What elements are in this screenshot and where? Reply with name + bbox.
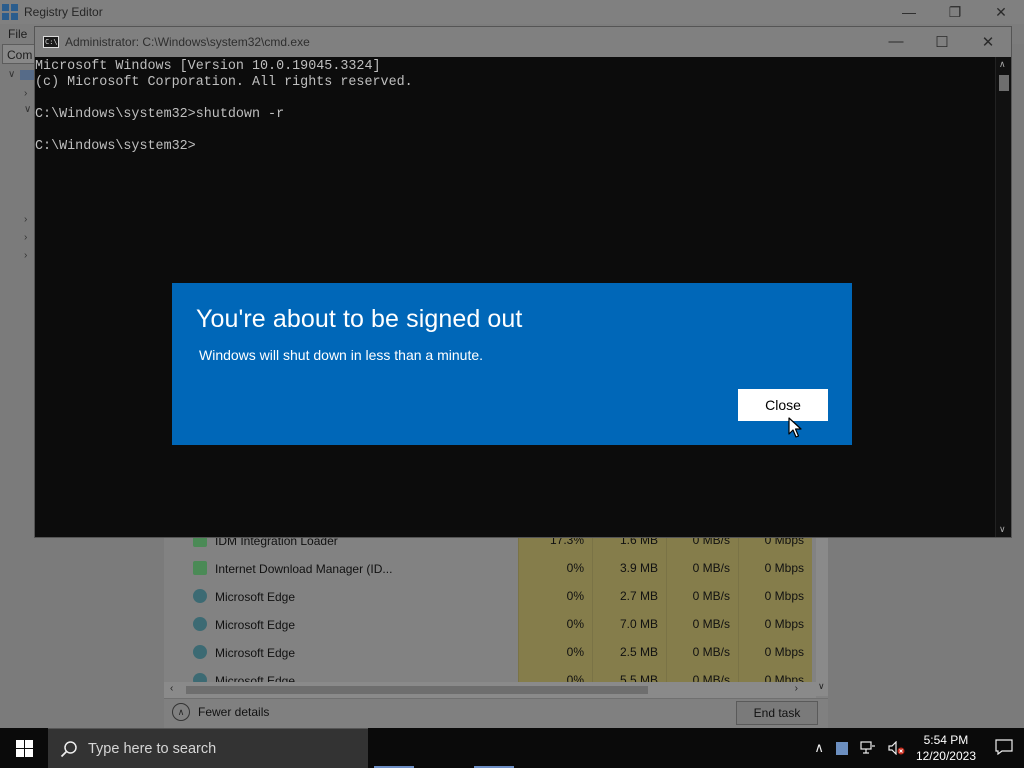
menu-file[interactable]: File: [8, 27, 27, 41]
horizontal-scrollbar[interactable]: ‹ ›: [164, 682, 816, 698]
app-tray-icon[interactable]: [835, 741, 848, 755]
idm-icon: [193, 561, 207, 575]
chevron-down-icon[interactable]: ∨: [999, 524, 1006, 535]
table-row[interactable]: Internet Download Manager (ID... 0% 3.9 …: [164, 554, 816, 582]
vertical-scrollbar[interactable]: ∧ ∨: [995, 57, 1011, 537]
table-row[interactable]: Microsoft Edge 0% 2.7 MB 0 MB/s 0 Mbps: [164, 582, 816, 610]
chevron-right-icon[interactable]: ›: [24, 232, 27, 243]
system-tray: ∧ 5:54 PM 12/20/2023: [808, 728, 1024, 768]
cpu-cell: 0%: [518, 610, 592, 638]
start-button[interactable]: [0, 728, 48, 768]
computer-icon: [20, 70, 34, 80]
disk-cell: 0 MB/s: [666, 638, 738, 666]
network-cell: 0 Mbps: [738, 554, 812, 582]
dialog-message: Windows will shut down in less than a mi…: [199, 347, 484, 363]
close-button[interactable]: Close: [738, 389, 828, 421]
process-name: Microsoft Edge: [215, 646, 296, 660]
chevron-down-icon[interactable]: ∨: [8, 69, 15, 80]
vertical-scrollbar[interactable]: ∨: [816, 526, 828, 696]
chevron-up-circle-icon[interactable]: ∧: [172, 703, 190, 721]
process-name: Microsoft Edge: [215, 618, 296, 632]
console-line: (c) Microsoft Corporation. All rights re…: [35, 75, 413, 90]
edge-icon: [193, 617, 207, 631]
close-icon[interactable]: ✕: [965, 33, 1011, 51]
clock-time: 5:54 PM: [923, 733, 969, 747]
regedit-titlebar: Registry Editor — ❐ ✕: [0, 0, 1024, 24]
chevron-left-icon[interactable]: ‹: [170, 683, 173, 694]
taskbar-search-box[interactable]: Type here to search: [48, 728, 368, 768]
close-icon[interactable]: ✕: [978, 4, 1024, 21]
windows-logo-icon: [15, 739, 33, 757]
console-line: Microsoft Windows [Version 10.0.19045.33…: [35, 59, 381, 74]
cpu-cell: 0%: [518, 582, 592, 610]
cmd-window: C:\ Administrator: C:\Windows\system32\c…: [34, 26, 1012, 538]
disk-cell: 0 MB/s: [666, 610, 738, 638]
cmd-window-controls: — ☐ ✕: [873, 33, 1011, 51]
edge-icon: [193, 589, 207, 603]
regedit-title: Registry Editor: [24, 5, 103, 19]
cmd-titlebar[interactable]: C:\ Administrator: C:\Windows\system32\c…: [35, 27, 1011, 57]
task-manager-window: IDM Integration Loader 17.3% 1.6 MB 0 MB…: [164, 512, 828, 728]
chevron-right-icon[interactable]: ›: [24, 250, 27, 261]
taskbar: Type here to search ∧ 5:54 PM 12/20/2023: [0, 728, 1024, 768]
disk-cell: 0 MB/s: [666, 582, 738, 610]
registry-editor-icon: [2, 4, 18, 20]
regedit-tree: ∨ › ∨ › › ›: [0, 64, 34, 544]
end-task-button[interactable]: End task: [736, 701, 818, 725]
scrollbar-thumb[interactable]: [999, 75, 1009, 91]
chevron-up-icon[interactable]: ∧: [814, 740, 824, 756]
sign-out-dialog: You're about to be signed out Windows wi…: [172, 283, 852, 445]
memory-cell: 7.0 MB: [592, 610, 666, 638]
mouse-pointer-icon: [788, 417, 802, 438]
cpu-cell: 0%: [518, 554, 592, 582]
notifications-icon[interactable]: [984, 738, 1024, 758]
cmd-icon: C:\: [43, 36, 59, 48]
chevron-right-icon[interactable]: ›: [24, 214, 27, 225]
minimize-icon[interactable]: —: [873, 33, 919, 51]
table-row[interactable]: Microsoft Edge 0% 2.5 MB 0 MB/s 0 Mbps: [164, 638, 816, 666]
volume-muted-icon[interactable]: [888, 741, 906, 755]
minimize-icon[interactable]: —: [886, 4, 932, 21]
restore-icon[interactable]: ❐: [932, 4, 978, 21]
console-line: C:\Windows\system32>shutdown -r: [35, 107, 285, 122]
chevron-right-icon[interactable]: ›: [795, 683, 798, 694]
edge-icon: [193, 645, 207, 659]
network-cell: 0 Mbps: [738, 638, 812, 666]
disk-cell: 0 MB/s: [666, 554, 738, 582]
chevron-right-icon[interactable]: ›: [24, 88, 27, 99]
search-placeholder: Type here to search: [88, 740, 217, 757]
taskbar-clock[interactable]: 5:54 PM 12/20/2023: [916, 732, 976, 764]
maximize-icon[interactable]: ☐: [919, 33, 965, 51]
scrollbar-thumb[interactable]: [186, 686, 648, 694]
dialog-heading: You're about to be signed out: [196, 305, 523, 333]
process-name: Microsoft Edge: [215, 590, 296, 604]
clock-date: 12/20/2023: [915, 749, 976, 763]
chevron-up-icon[interactable]: ∧: [999, 59, 1006, 70]
table-row[interactable]: Microsoft Edge 0% 7.0 MB 0 MB/s 0 Mbps: [164, 610, 816, 638]
fewer-details-link[interactable]: Fewer details: [198, 705, 269, 719]
console-prompt: C:\Windows\system32>: [35, 139, 196, 154]
cpu-cell: 0%: [518, 638, 592, 666]
chevron-down-icon[interactable]: ∨: [24, 104, 31, 115]
network-cell: 0 Mbps: [738, 582, 812, 610]
process-table: IDM Integration Loader 17.3% 1.6 MB 0 MB…: [164, 526, 816, 696]
memory-cell: 2.5 MB: [592, 638, 666, 666]
regedit-window-controls: — ❐ ✕: [886, 4, 1024, 21]
memory-cell: 3.9 MB: [592, 554, 666, 582]
network-cell: 0 Mbps: [738, 610, 812, 638]
network-icon[interactable]: [860, 741, 876, 755]
search-icon: [60, 740, 77, 757]
process-name: Internet Download Manager (ID...: [215, 562, 393, 576]
cmd-title: Administrator: C:\Windows\system32\cmd.e…: [65, 35, 310, 49]
chevron-down-icon[interactable]: ∨: [818, 681, 825, 692]
memory-cell: 2.7 MB: [592, 582, 666, 610]
task-manager-footer: ∧ Fewer details End task: [164, 698, 828, 728]
